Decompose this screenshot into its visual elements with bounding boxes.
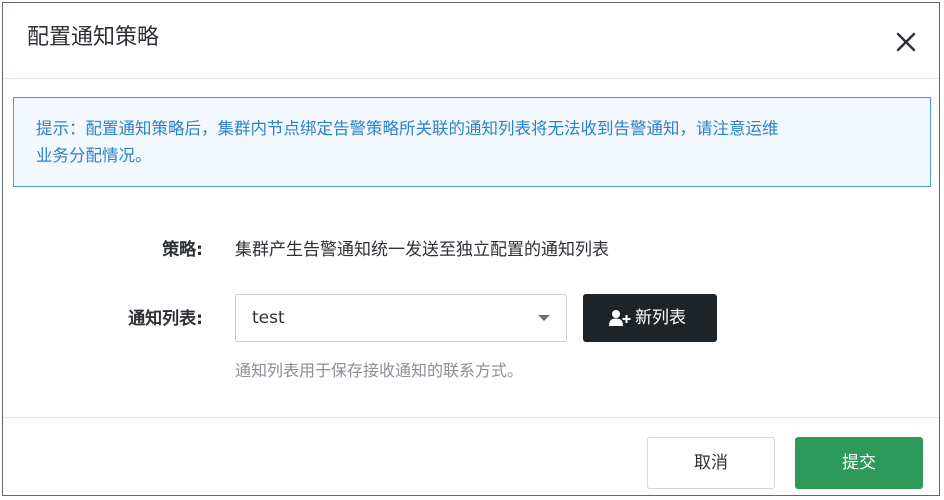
- dialog-header: 配置通知策略: [3, 3, 939, 79]
- footer-divider: [3, 417, 939, 418]
- notice-text-line-2: 业务分配情况。: [36, 146, 152, 165]
- chevron-down-icon: [538, 315, 550, 321]
- notification-list-select[interactable]: test: [235, 294, 567, 342]
- cancel-button[interactable]: 取消: [647, 437, 775, 489]
- notice-text-line-1: 提示：配置通知策略后，集群内节点绑定告警策略所关联的通知列表将无法收到告警通知，…: [36, 119, 779, 138]
- close-button[interactable]: [893, 29, 919, 55]
- notification-list-selected-value: test: [252, 308, 285, 328]
- new-list-label: 新列表: [635, 308, 686, 328]
- new-list-button[interactable]: 新列表: [583, 294, 717, 342]
- submit-button[interactable]: 提交: [795, 437, 923, 489]
- notification-policy-dialog: 配置通知策略 提示：配置通知策略后，集群内节点绑定告警策略所关联的通知列表将无法…: [2, 2, 940, 496]
- dialog-title: 配置通知策略: [27, 25, 160, 50]
- notification-list-help-text: 通知列表用于保存接收通知的联系方式。: [235, 361, 524, 380]
- close-icon: [896, 32, 916, 52]
- notification-list-label: 通知列表:: [128, 309, 203, 329]
- add-user-icon: [609, 310, 631, 326]
- strategy-value: 集群产生告警通知统一发送至独立配置的通知列表: [235, 240, 609, 260]
- notice-banner: 提示：配置通知策略后，集群内节点绑定告警策略所关联的通知列表将无法收到告警通知，…: [13, 97, 931, 187]
- strategy-label: 策略:: [162, 240, 203, 260]
